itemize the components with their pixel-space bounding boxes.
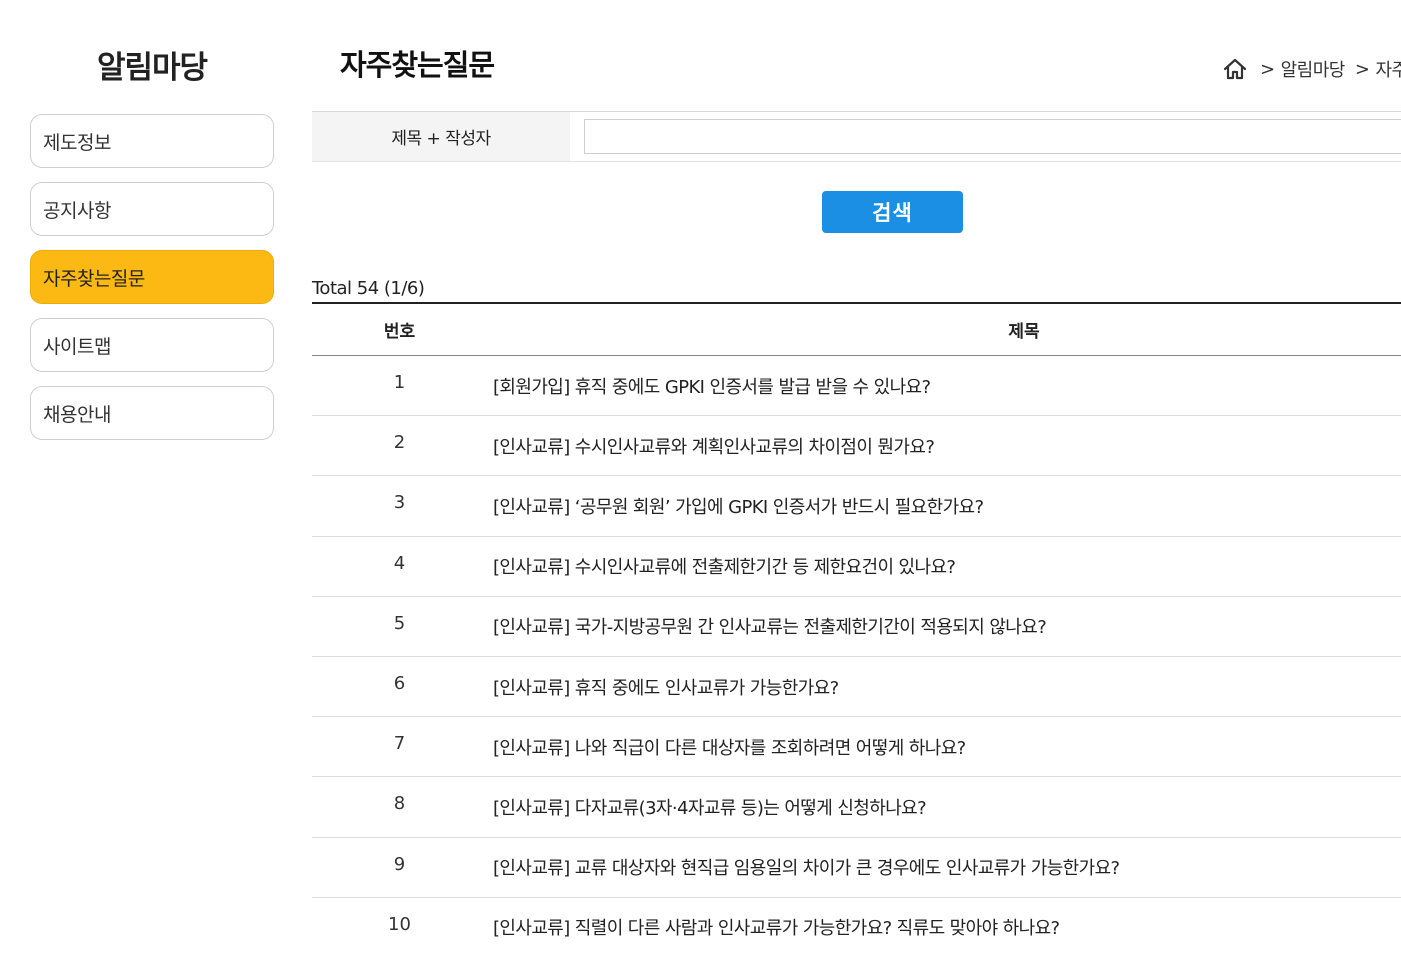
row-title-link[interactable]: [인사교류] ‘공무원 회원’ 가입에 GPKI 인증서가 반드시 필요한가요? xyxy=(487,493,984,519)
sidebar-title: 알림마당 xyxy=(96,50,208,86)
table-row[interactable]: 4 [인사교류] 수시인사교류에 전출제한기간 등 제한요건이 있나요? xyxy=(312,537,1401,597)
sidebar-item-recruitment[interactable]: 채용안내 xyxy=(30,386,274,440)
row-title-link[interactable]: [인사교류] 수시인사교류와 계획인사교류의 차이점이 뭔가요? xyxy=(487,433,935,459)
table-row[interactable]: 10 [인사교류] 직렬이 다른 사람과 인사교류가 가능한가요? 직류도 맞아… xyxy=(312,898,1401,954)
side-menu: 제도정보 공지사항 자주찾는질문 사이트맵 채용안내 xyxy=(30,114,274,454)
table-row[interactable]: 5 [인사교류] 국가-지방공무원 간 인사교류는 전출제한기간이 적용되지 않… xyxy=(312,597,1401,657)
breadcrumb-item-notice-board[interactable]: 알림마당 xyxy=(1281,56,1346,82)
table-header: 번호 제목 xyxy=(312,304,1401,356)
home-icon[interactable] xyxy=(1222,56,1248,82)
row-title-link[interactable]: [인사교류] 교류 대상자와 현직급 임용일의 차이가 큰 경우에도 인사교류가… xyxy=(487,854,1120,880)
table-row[interactable]: 9 [인사교류] 교류 대상자와 현직급 임용일의 차이가 큰 경우에도 인사교… xyxy=(312,838,1401,898)
sidebar-item-system-info[interactable]: 제도정보 xyxy=(30,114,274,168)
row-number: 1 xyxy=(393,372,406,394)
sidebar-item-faq[interactable]: 자주찾는질문 xyxy=(30,250,274,304)
row-title-link[interactable]: [인사교류] 국가-지방공무원 간 인사교류는 전출제한기간이 적용되지 않나요… xyxy=(487,613,1047,639)
column-header-number: 번호 xyxy=(383,322,416,342)
table-row[interactable]: 8 [인사교류] 다자교류(3자·4자교류 등)는 어떻게 신청하나요? xyxy=(312,777,1401,838)
row-title-link[interactable]: [인사교류] 휴직 중에도 인사교류가 가능한가요? xyxy=(487,674,839,700)
sidebar-item-notices[interactable]: 공지사항 xyxy=(30,182,274,236)
row-title-link[interactable]: [인사교류] 다자교류(3자·4자교류 등)는 어떻게 신청하나요? xyxy=(487,794,927,820)
table-row[interactable]: 1 [회원가입] 휴직 중에도 GPKI 인증서를 발급 받을 수 있나요? xyxy=(312,356,1401,417)
main-content: 자주찾는질문 > 알림마당 > 자주 제목 + 작성자 검색 Total 54 … xyxy=(312,0,1401,954)
breadcrumb-item-faq[interactable]: 자주 xyxy=(1375,56,1401,82)
sidebar-item-label: 채용안내 xyxy=(43,403,111,426)
column-header-title: 제목 xyxy=(1008,322,1040,342)
row-title-link[interactable]: [회원가입] 휴직 중에도 GPKI 인증서를 발급 받을 수 있나요? xyxy=(487,373,931,399)
breadcrumb-separator: > xyxy=(1354,58,1370,80)
search-box: 제목 + 작성자 xyxy=(312,111,1401,162)
search-input[interactable] xyxy=(584,119,1401,154)
row-number: 2 xyxy=(393,432,406,454)
row-number: 10 xyxy=(388,913,411,935)
row-number: 8 xyxy=(393,793,406,815)
sidebar-item-label: 사이트맵 xyxy=(43,335,111,358)
row-number: 3 xyxy=(393,492,406,514)
row-number: 7 xyxy=(393,733,406,755)
faq-list: 1 [회원가입] 휴직 중에도 GPKI 인증서를 발급 받을 수 있나요? 2… xyxy=(312,356,1401,954)
table-row[interactable]: 7 [인사교류] 나와 직급이 다른 대상자를 조회하려면 어떻게 하나요? xyxy=(312,717,1401,778)
row-number: 5 xyxy=(393,612,406,634)
table-row[interactable]: 2 [인사교류] 수시인사교류와 계획인사교류의 차이점이 뭔가요? xyxy=(312,416,1401,477)
sidebar-item-sitemap[interactable]: 사이트맵 xyxy=(30,318,274,372)
total-count: Total 54 (1/6) xyxy=(312,278,425,299)
breadcrumb-separator: > xyxy=(1260,58,1275,80)
row-number: 4 xyxy=(393,552,406,574)
table-row[interactable]: 3 [인사교류] ‘공무원 회원’ 가입에 GPKI 인증서가 반드시 필요한가… xyxy=(312,476,1401,537)
sidebar-item-label: 제도정보 xyxy=(43,131,111,154)
row-title-link[interactable]: [인사교류] 수시인사교류에 전출제한기간 등 제한요건이 있나요? xyxy=(487,553,956,579)
search-button[interactable]: 검색 xyxy=(822,191,963,233)
row-number: 9 xyxy=(393,853,406,875)
row-title-link[interactable]: [인사교류] 직렬이 다른 사람과 인사교류가 가능한가요? 직류도 맞아야 하… xyxy=(487,914,1060,940)
sidebar-item-label: 공지사항 xyxy=(43,199,111,222)
table-row[interactable]: 6 [인사교류] 휴직 중에도 인사교류가 가능한가요? xyxy=(312,657,1401,718)
breadcrumb: > 알림마당 > 자주 xyxy=(1222,56,1401,82)
sidebar-item-label: 자주찾는질문 xyxy=(43,267,145,290)
search-field-label: 제목 + 작성자 xyxy=(312,112,570,161)
row-title-link[interactable]: [인사교류] 나와 직급이 다른 대상자를 조회하려면 어떻게 하나요? xyxy=(487,734,966,760)
row-number: 6 xyxy=(393,673,406,695)
page-title: 자주찾는질문 xyxy=(340,48,495,82)
